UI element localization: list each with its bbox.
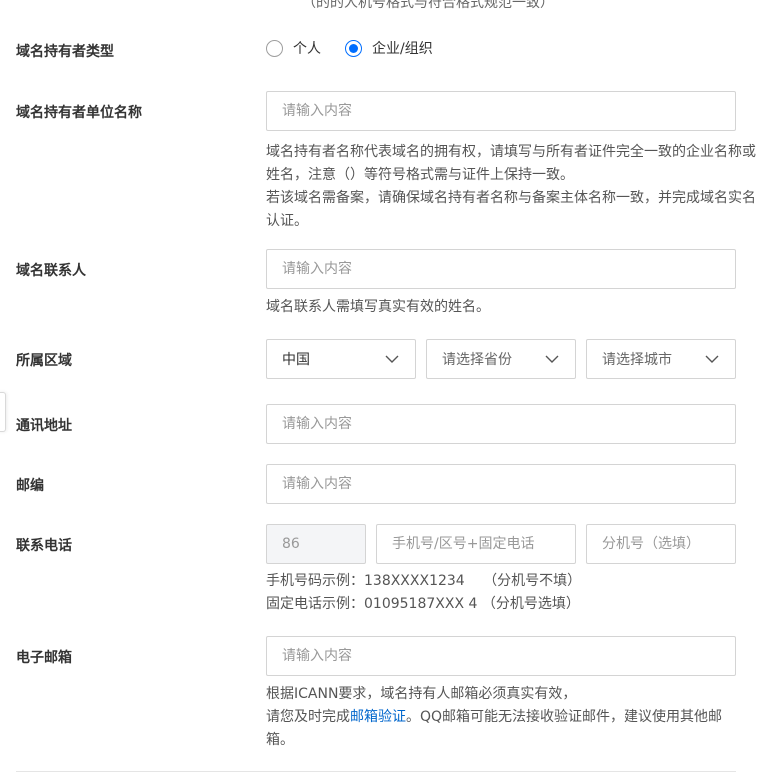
email-help: 根据ICANN要求，域名持有人邮箱必须真实有效， 请您及时完成邮箱验证。QQ邮箱… (266, 683, 736, 752)
province-select[interactable]: 请选择省份 (426, 339, 576, 379)
holder-name-help-1: 域名持有者名称代表域名的拥有权，请填写与所有者证件完全一致的企业名称或姓名，注意… (266, 144, 756, 183)
country-select-value: 中国 (282, 352, 310, 368)
email-input[interactable] (266, 636, 736, 676)
phone-help-landline: 固定电话示例：01095187XXX 4 （分机号选填） (266, 596, 580, 612)
phone-help-mobile: 手机号码示例：138XXXX1234 （分机号不填） (266, 573, 582, 589)
holder-name-help-2: 若该域名需备案，请确保域名持有者名称与备案主体名称一致，并完成域名实名认证。 (266, 190, 756, 229)
phone-ext-input[interactable] (586, 524, 736, 564)
postcode-label: 邮编 (16, 478, 44, 494)
country-code-input (266, 524, 366, 564)
holder-name-label: 域名持有者单位名称 (16, 105, 142, 121)
contact-label: 域名联系人 (16, 263, 86, 279)
radio-enterprise-label: 企业/组织 (372, 41, 433, 57)
contact-input[interactable] (266, 249, 736, 289)
email-label: 电子邮箱 (16, 650, 72, 666)
email-help-1: 根据ICANN要求，域名持有人邮箱必须真实有效， (266, 686, 577, 702)
radio-personal[interactable]: 个人 (266, 38, 321, 58)
chevron-down-icon (385, 355, 399, 363)
email-help-prefix: 请您及时完成 (266, 709, 350, 725)
email-verify-link[interactable]: 邮箱验证 (350, 709, 406, 725)
region-label: 所属区域 (16, 353, 72, 369)
holder-name-input[interactable] (266, 91, 736, 131)
radio-enterprise-circle[interactable] (345, 39, 362, 57)
contact-help: 域名联系人需填写真实有效的姓名。 (266, 299, 490, 315)
province-select-placeholder: 请选择省份 (442, 352, 512, 368)
radio-enterprise[interactable]: 企业/组织 (345, 38, 433, 58)
divider (16, 771, 736, 772)
phone-help: 手机号码示例：138XXXX1234 （分机号不填） 固定电话示例：010951… (266, 570, 766, 616)
clipped-help-text: （的的人机号格式与符合格式规范一致） (302, 0, 554, 11)
city-select-placeholder: 请选择城市 (602, 352, 672, 368)
city-select[interactable]: 请选择城市 (586, 339, 736, 379)
radio-personal-circle[interactable] (266, 39, 283, 57)
radio-personal-label: 个人 (293, 41, 321, 57)
address-input[interactable] (266, 404, 736, 444)
holder-type-radio-group: 个人 企业/组织 (266, 38, 457, 58)
holder-name-help: 域名持有者名称代表域名的拥有权，请填写与所有者证件完全一致的企业名称或姓名，注意… (266, 141, 762, 233)
email-help-2: 请您及时完成邮箱验证。QQ邮箱可能无法接收验证邮件，建议使用其他邮箱。 (266, 706, 736, 752)
chevron-down-icon (545, 355, 559, 363)
side-collapse-tab[interactable] (0, 392, 6, 432)
country-select[interactable]: 中国 (266, 339, 416, 379)
address-label: 通讯地址 (16, 418, 72, 434)
holder-type-label: 域名持有者类型 (16, 44, 114, 60)
phone-number-input[interactable] (376, 524, 576, 564)
phone-label: 联系电话 (16, 538, 72, 554)
chevron-down-icon (705, 355, 719, 363)
postcode-input[interactable] (266, 464, 736, 504)
